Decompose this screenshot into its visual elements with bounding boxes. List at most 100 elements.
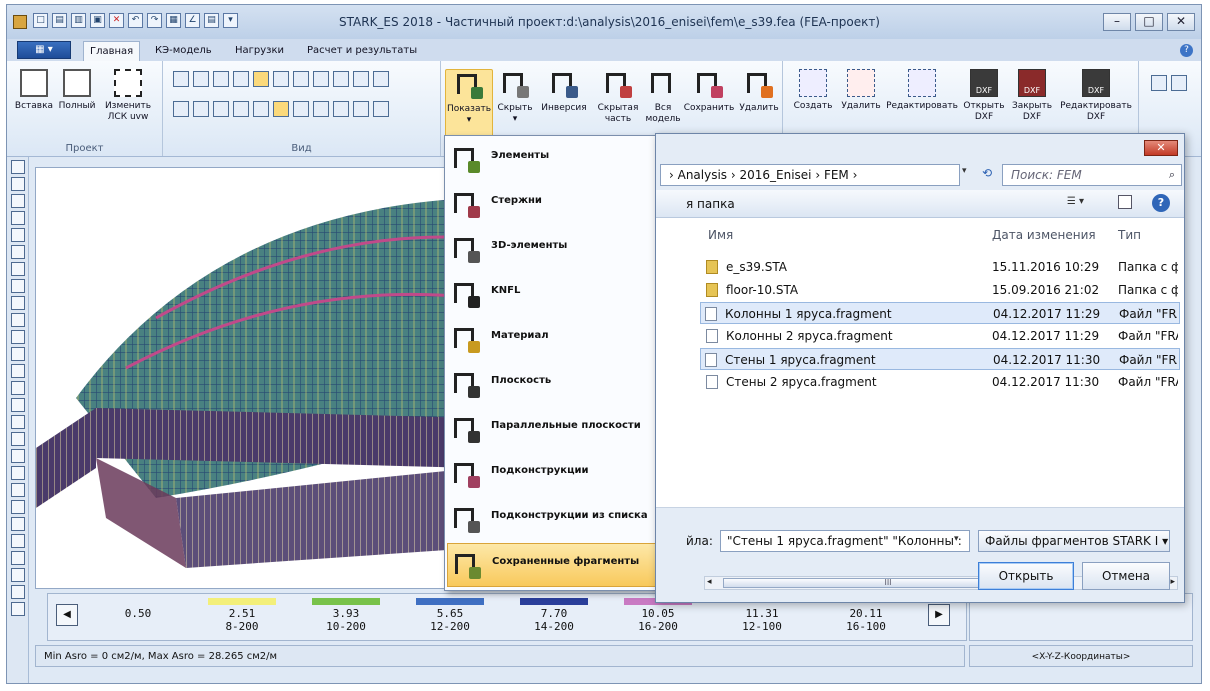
- search-input[interactable]: Поиск: FEM ⌕: [1002, 164, 1182, 186]
- menu-item-elements[interactable]: Элементы: [447, 138, 657, 182]
- file-row[interactable]: floor-10.STA 15.09.2016 21:02 Папка с ф: [702, 279, 1180, 301]
- tab-home[interactable]: Главная: [83, 41, 141, 61]
- hidden-part-button[interactable]: Скрытая часть: [593, 69, 643, 125]
- tab-fe-model[interactable]: КЭ-модель: [155, 45, 212, 56]
- filetype-select[interactable]: Файлы фрагментов STARK I ▾: [978, 530, 1170, 552]
- tool-20-icon[interactable]: [11, 483, 25, 497]
- redo-icon[interactable]: ↷: [147, 13, 162, 28]
- save-icon[interactable]: ▣: [90, 13, 105, 28]
- stairs-icon[interactable]: [373, 101, 389, 117]
- fill-icon[interactable]: [333, 101, 349, 117]
- menu-item-knfl[interactable]: KNFL: [447, 273, 657, 317]
- address-bar[interactable]: › Analysis › 2016_Enisei › FEM ›: [660, 164, 960, 186]
- menu-item-saved-fragments[interactable]: Сохраненные фрагменты: [447, 543, 657, 587]
- menu-item-parallel-planes[interactable]: Параллельные плоскости: [447, 408, 657, 452]
- open-button[interactable]: Открыть: [978, 562, 1074, 590]
- file-row[interactable]: e_s39.STA 15.11.2016 10:29 Папка с ф: [702, 256, 1180, 278]
- tool-16-icon[interactable]: [11, 415, 25, 429]
- section-h-icon[interactable]: [293, 101, 309, 117]
- delete-grid-button[interactable]: Удалить: [839, 69, 883, 112]
- file-row[interactable]: Стены 1 яруса.fragment 04.12.2017 11:30 Фа…: [700, 348, 1180, 370]
- tool-b-icon[interactable]: [1171, 75, 1187, 91]
- tool-3-icon[interactable]: [11, 194, 25, 208]
- zoom-in-icon[interactable]: [193, 101, 209, 117]
- undo-icon[interactable]: ↶: [128, 13, 143, 28]
- delete-icon[interactable]: ✕: [109, 13, 124, 28]
- invert-button[interactable]: Инверсия: [537, 69, 591, 114]
- grid-icon[interactable]: [293, 71, 309, 87]
- menu-item-3d-elements[interactable]: 3D-элементы: [447, 228, 657, 272]
- preview-pane-icon[interactable]: [1118, 195, 1132, 209]
- light-icon[interactable]: [233, 101, 249, 117]
- new-folder-button[interactable]: я папка: [686, 197, 735, 211]
- open-icon[interactable]: ▤: [52, 13, 67, 28]
- tool-27-icon[interactable]: [11, 602, 25, 616]
- save-fragment-button[interactable]: Сохранить: [683, 69, 735, 114]
- scroll-right-icon[interactable]: ▸: [1170, 577, 1175, 587]
- zoom-icon[interactable]: [173, 101, 189, 117]
- chart-icon[interactable]: [373, 71, 389, 87]
- tool-14-icon[interactable]: [11, 381, 25, 395]
- filename-input[interactable]: "Стены 1 яруса.fragment" "Колонны :: [720, 530, 970, 552]
- close-dxf-button[interactable]: DXF Закрыть DXF: [1009, 69, 1055, 123]
- app-icon[interactable]: [13, 15, 27, 29]
- file-row[interactable]: Стены 2 яруса.fragment 04.12.2017 11:30 Фа…: [702, 371, 1180, 393]
- refresh-icon[interactable]: ⟲: [982, 166, 992, 180]
- new-icon[interactable]: □: [33, 13, 48, 28]
- whole-model-button[interactable]: Вся модель: [645, 69, 681, 125]
- help-icon[interactable]: ?: [1180, 44, 1193, 57]
- render-icon[interactable]: [273, 101, 289, 117]
- menu-item-substructures-list[interactable]: Подконструкции из списка: [447, 498, 657, 542]
- tool-2-icon[interactable]: [11, 177, 25, 191]
- file-row[interactable]: Колонны 1 яруса.fragment 04.12.2017 11:29…: [700, 302, 1180, 324]
- address-dropdown-icon[interactable]: ▾: [962, 166, 967, 176]
- table-view-icon[interactable]: [333, 71, 349, 87]
- create-button[interactable]: Создать: [789, 69, 837, 112]
- edit-grid-button[interactable]: Редактировать: [885, 69, 959, 112]
- scroll-left-icon[interactable]: ◂: [707, 577, 712, 587]
- cancel-button[interactable]: Отмена: [1082, 562, 1170, 590]
- view-options-icon[interactable]: ☰ ▾: [1067, 196, 1084, 207]
- minimize-button[interactable]: –: [1103, 13, 1131, 31]
- tool-13-icon[interactable]: [11, 364, 25, 378]
- file-row[interactable]: Колонны 2 яруса.fragment 04.12.2017 11:29…: [702, 325, 1180, 347]
- tool-12-icon[interactable]: [11, 347, 25, 361]
- tool-7-icon[interactable]: [11, 262, 25, 276]
- column-name[interactable]: Имя: [708, 228, 733, 242]
- tool-11-icon[interactable]: [11, 330, 25, 344]
- grid-icon[interactable]: ▦: [166, 13, 181, 28]
- tool-a-icon[interactable]: [1151, 75, 1167, 91]
- customize-icon[interactable]: ▾: [223, 13, 238, 28]
- menu-item-material[interactable]: Материал: [447, 318, 657, 362]
- tool-1-icon[interactable]: [11, 160, 25, 174]
- change-lcs-button[interactable]: Изменить ЛСК uvw: [99, 69, 157, 123]
- tool-22-icon[interactable]: [11, 517, 25, 531]
- edit-dxf-button[interactable]: DXF Редактировать DXF: [1057, 69, 1135, 123]
- tool-21-icon[interactable]: [11, 500, 25, 514]
- filename-dropdown-icon[interactable]: ▾: [954, 534, 959, 544]
- zoom-out-icon[interactable]: [213, 101, 229, 117]
- legend-next-button[interactable]: ▶: [928, 604, 950, 626]
- legend-prev-button[interactable]: ◀: [56, 604, 78, 626]
- tool-19-icon[interactable]: [11, 466, 25, 480]
- full-button[interactable]: Полный: [57, 69, 97, 112]
- table-icon[interactable]: ▤: [204, 13, 219, 28]
- maximize-button[interactable]: □: [1135, 13, 1163, 31]
- mesh-icon[interactable]: [273, 71, 289, 87]
- view-iso-icon[interactable]: [253, 71, 269, 87]
- view-top-icon[interactable]: [233, 71, 249, 87]
- tool-25-icon[interactable]: [11, 568, 25, 582]
- view-side-icon[interactable]: [213, 71, 229, 87]
- tab-loads[interactable]: Нагрузки: [235, 45, 284, 56]
- tool-23-icon[interactable]: [11, 534, 25, 548]
- dialog-close-button[interactable]: ✕: [1144, 140, 1178, 156]
- close-window-button[interactable]: ✕: [1167, 13, 1195, 31]
- hide-button[interactable]: Скрыть ▾: [495, 69, 535, 125]
- open-folder-icon[interactable]: ▥: [71, 13, 86, 28]
- tool-4-icon[interactable]: [11, 211, 25, 225]
- tool-18-icon[interactable]: [11, 449, 25, 463]
- section-i-icon[interactable]: [313, 101, 329, 117]
- dialog-help-icon[interactable]: ?: [1152, 194, 1170, 212]
- tool-6-icon[interactable]: [11, 245, 25, 259]
- tool-8-icon[interactable]: [11, 279, 25, 293]
